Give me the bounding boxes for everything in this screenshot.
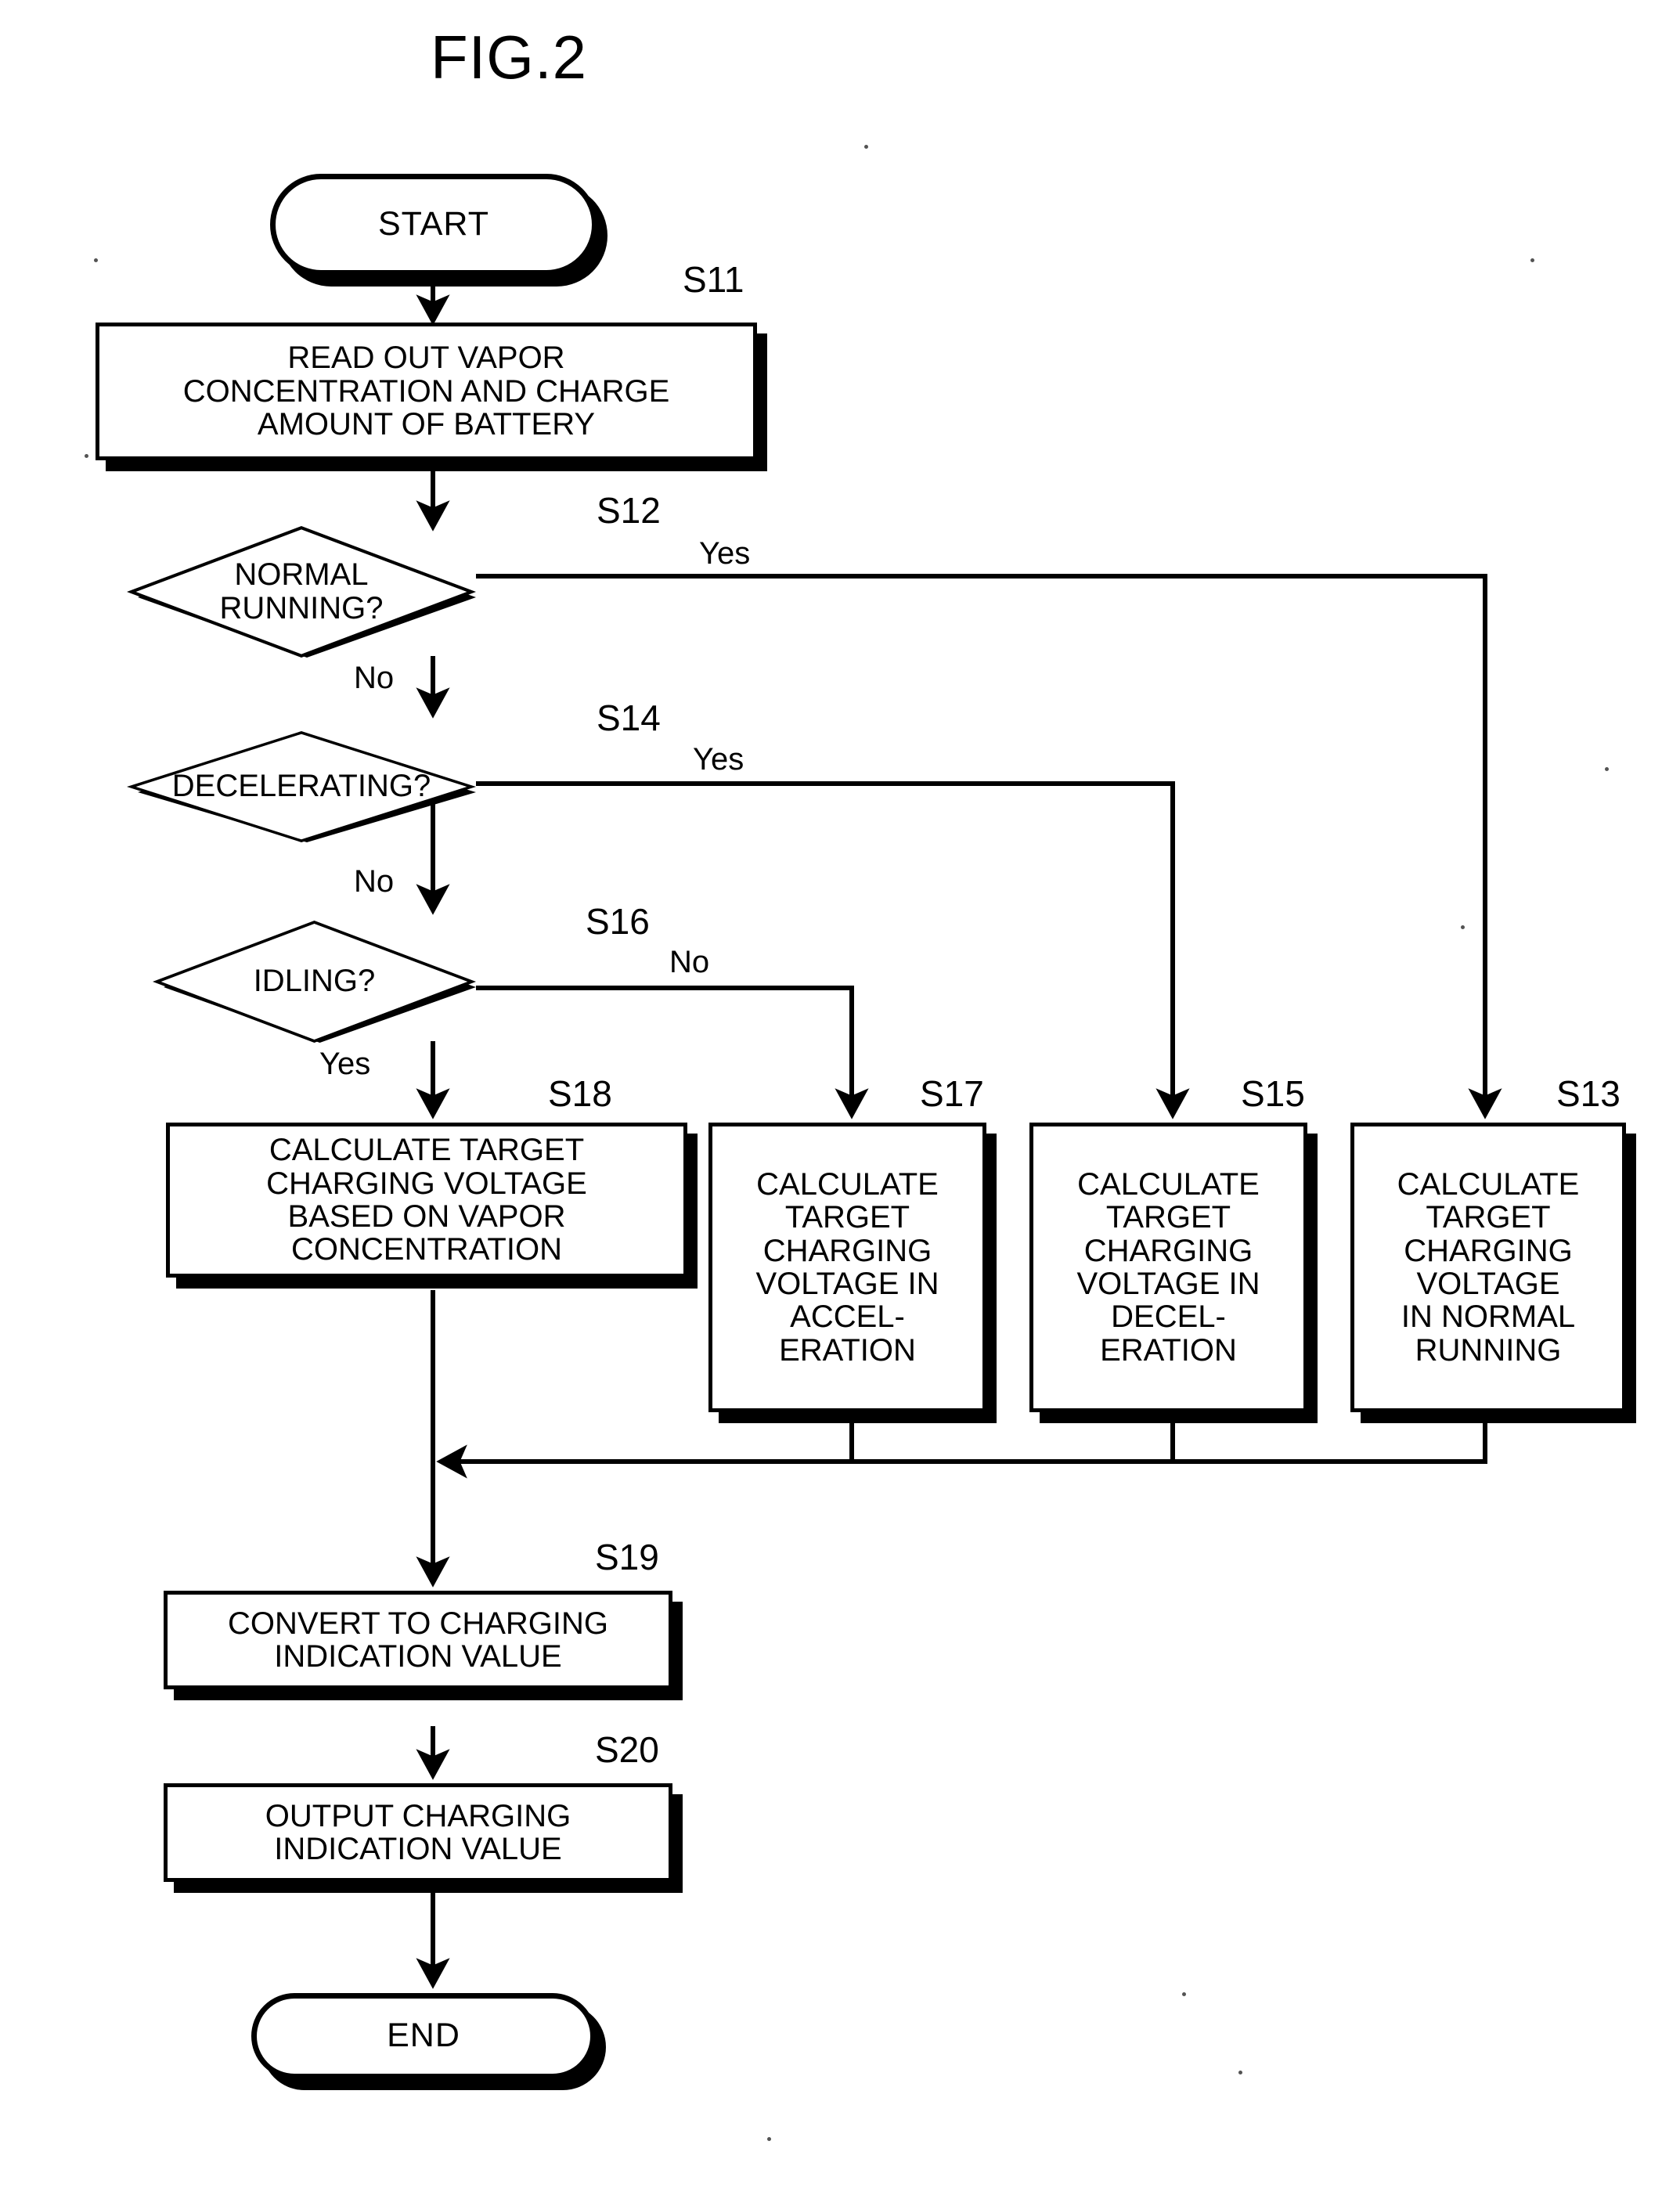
s16-decision: IDLING? — [153, 921, 476, 1043]
s16-yes-label: Yes — [319, 1047, 371, 1081]
s19-process-box: CONVERT TO CHARGING INDICATION VALUE — [164, 1591, 672, 1689]
scan-speck — [864, 145, 868, 149]
end-terminal-label: END — [387, 2017, 460, 2055]
scan-speck — [1182, 1992, 1186, 1996]
end-terminal: END — [251, 1993, 596, 2079]
scan-speck — [1530, 258, 1534, 262]
s14-yes-label: Yes — [693, 742, 744, 777]
s15-label: CALCULATE TARGET CHARGING VOLTAGE IN DEC… — [1076, 1166, 1260, 1368]
scan-speck — [85, 454, 88, 458]
s16-step-label: S16 — [586, 901, 650, 942]
s13-label: CALCULATE TARGET CHARGING VOLTAGE IN NOR… — [1397, 1166, 1580, 1368]
s13-step-label: S13 — [1556, 1073, 1621, 1114]
s19-step-label: S19 — [595, 1537, 659, 1577]
s11-label: READ OUT VAPOR CONCENTRATION AND CHARGE … — [182, 341, 670, 442]
s14-decision: DECELERATING? — [127, 731, 476, 842]
s20-label: OUTPUT CHARGING INDICATION VALUE — [265, 1798, 571, 1866]
s17-process-box: CALCULATE TARGET CHARGING VOLTAGE IN ACC… — [708, 1123, 986, 1412]
s16-no-label: No — [669, 945, 710, 979]
s18-step-label: S18 — [548, 1073, 612, 1114]
s17-step-label: S17 — [920, 1073, 984, 1114]
s12-label: NORMAL RUNNING? — [219, 557, 384, 625]
s12-yes-label: Yes — [699, 536, 751, 571]
s14-step-label: S14 — [597, 697, 661, 738]
s11-step-label: S11 — [683, 259, 744, 300]
s15-step-label: S15 — [1241, 1073, 1305, 1114]
s12-step-label: S12 — [597, 490, 661, 531]
s16-label: IDLING? — [253, 964, 376, 999]
s20-process-box: OUTPUT CHARGING INDICATION VALUE — [164, 1783, 672, 1882]
s18-process-box: CALCULATE TARGET CHARGING VOLTAGE BASED … — [166, 1123, 687, 1278]
s15-process-box: CALCULATE TARGET CHARGING VOLTAGE IN DEC… — [1029, 1123, 1307, 1412]
figure-page: FIG.2 START READ OUT VAPOR CONCENTRATION… — [0, 0, 1680, 2206]
scan-speck — [767, 2137, 771, 2141]
scan-speck — [1461, 925, 1465, 929]
scan-speck — [94, 258, 98, 262]
s17-label: CALCULATE TARGET CHARGING VOLTAGE IN ACC… — [755, 1166, 939, 1368]
scan-speck — [1238, 2071, 1242, 2074]
scan-speck — [1605, 767, 1609, 771]
start-terminal-label: START — [378, 205, 489, 243]
s14-label: DECELERATING? — [171, 769, 431, 804]
s13-process-box: CALCULATE TARGET CHARGING VOLTAGE IN NOR… — [1350, 1123, 1626, 1412]
s12-decision: NORMAL RUNNING? — [127, 526, 476, 658]
start-terminal: START — [270, 174, 597, 276]
s19-label: CONVERT TO CHARGING INDICATION VALUE — [227, 1606, 608, 1674]
s12-no-label: No — [354, 661, 395, 695]
s20-step-label: S20 — [595, 1729, 659, 1770]
s11-process-box: READ OUT VAPOR CONCENTRATION AND CHARGE … — [96, 323, 757, 460]
s14-no-label: No — [354, 864, 395, 899]
s18-label: CALCULATE TARGET CHARGING VOLTAGE BASED … — [266, 1133, 587, 1267]
figure-title: FIG.2 — [430, 23, 588, 92]
